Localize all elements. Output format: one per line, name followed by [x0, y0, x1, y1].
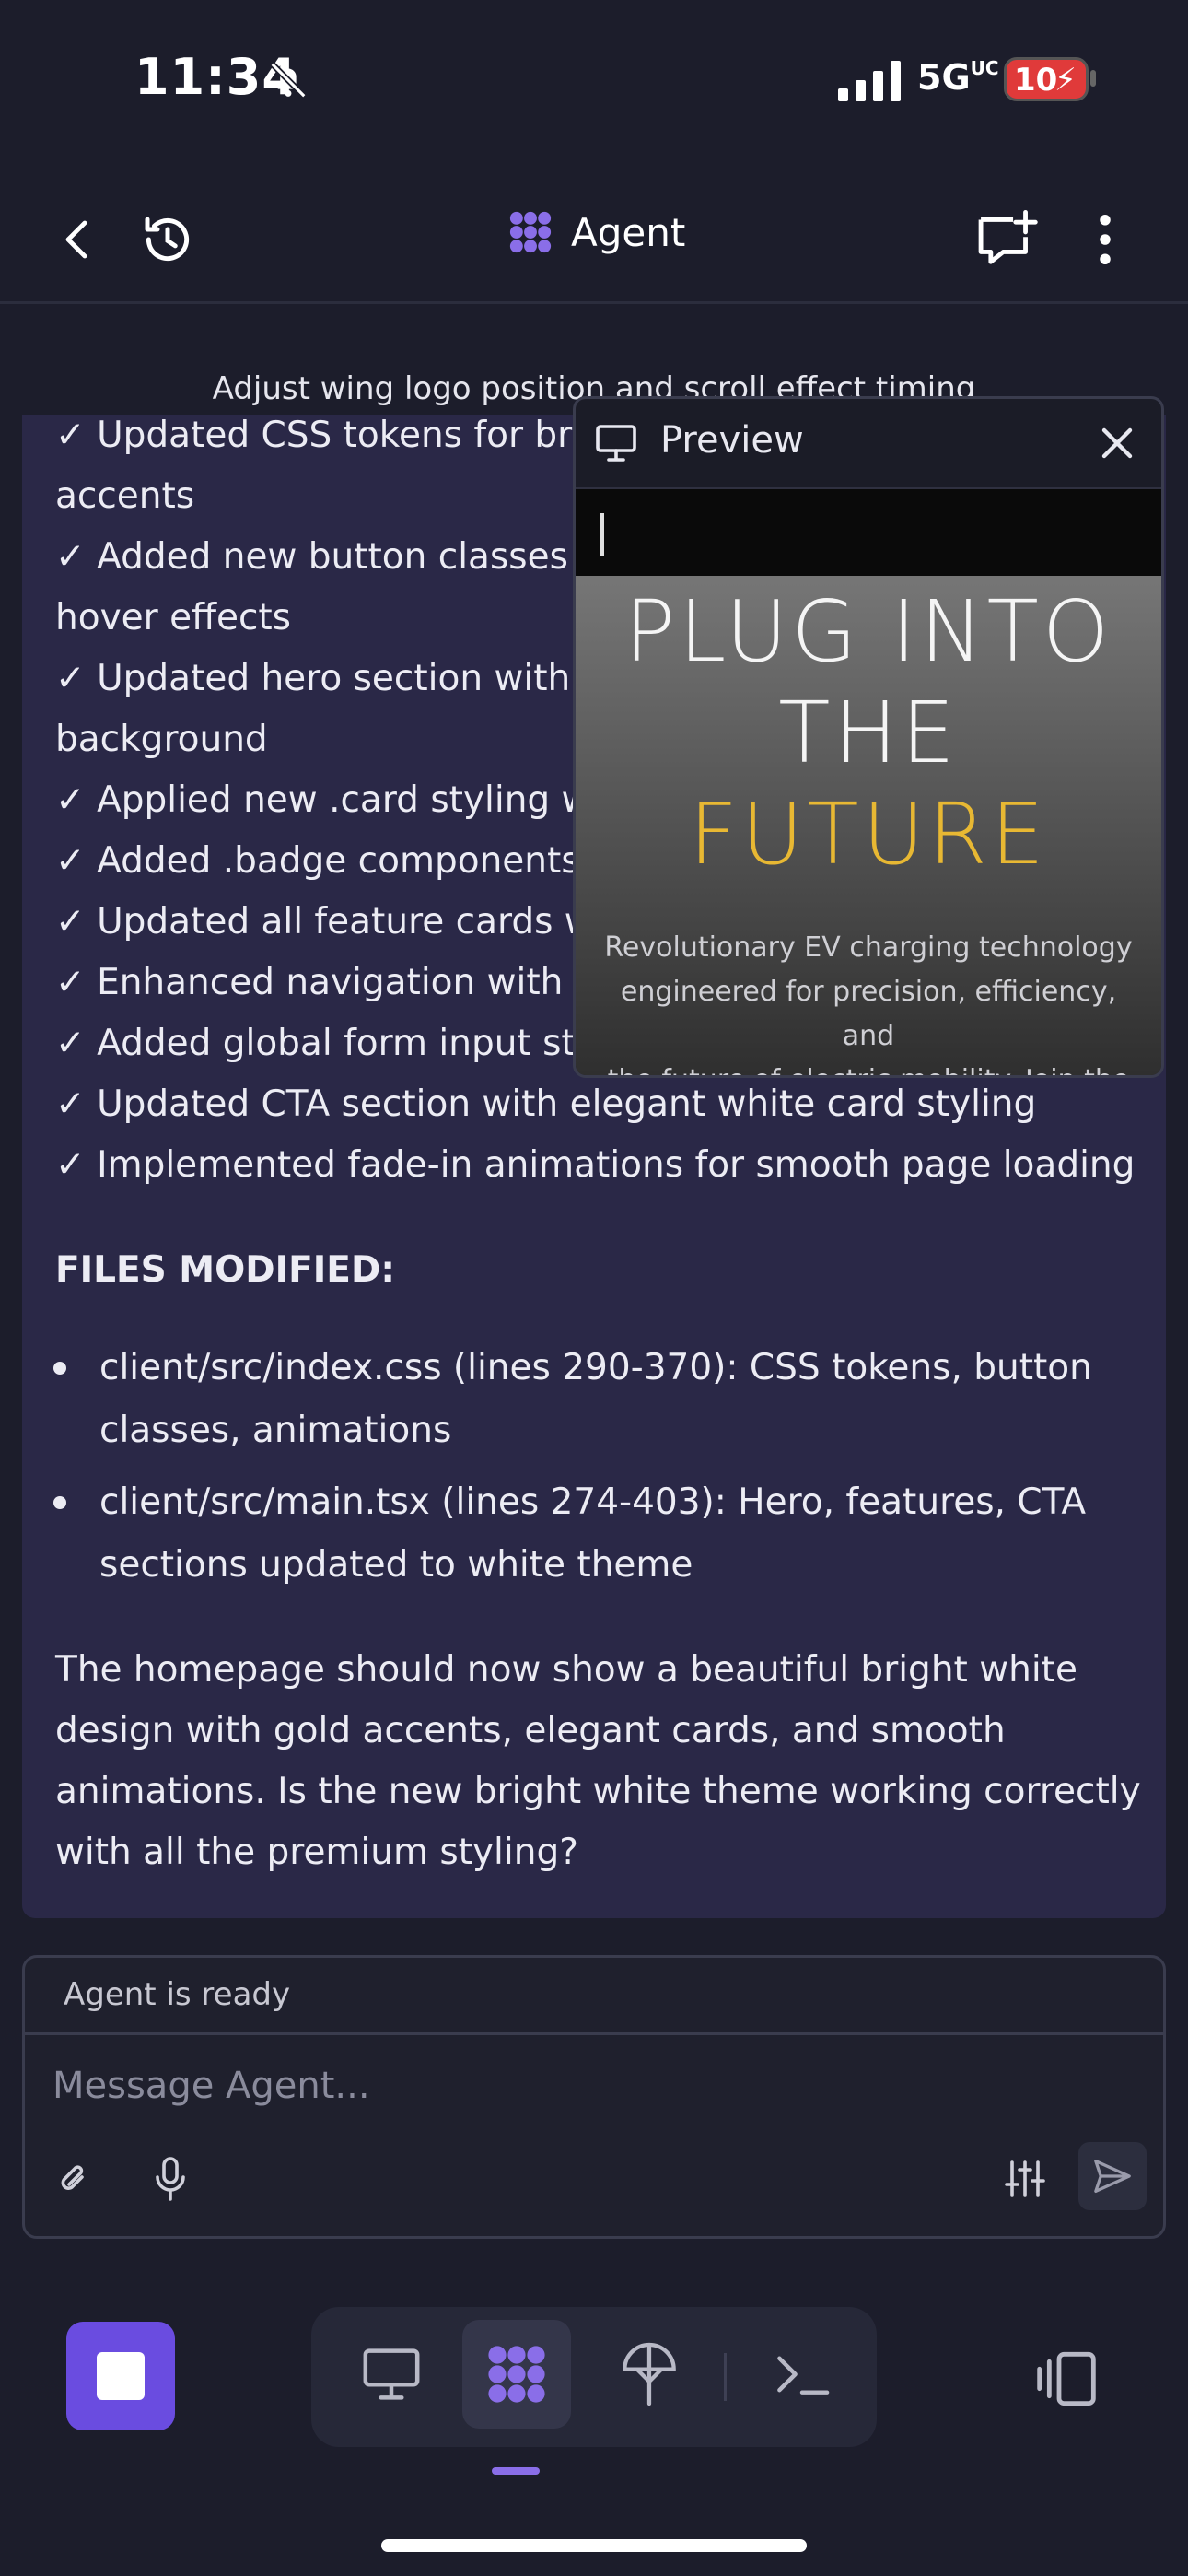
monitor-icon	[596, 425, 636, 462]
tab-deploy[interactable]	[595, 2320, 704, 2429]
closing-line: design with gold accents, elegant cards,…	[55, 1710, 1006, 1751]
hero-line: PLUG INTO	[623, 582, 1113, 681]
back-button[interactable]	[42, 205, 112, 275]
message-input[interactable]	[52, 2054, 1066, 2118]
voice-button[interactable]	[141, 2149, 200, 2208]
attach-button[interactable]	[43, 2149, 102, 2208]
hero-line-accent: FUTURE	[689, 785, 1048, 884]
file-item: client/src/index.css (lines 290-370): CS…	[99, 1347, 1092, 1388]
preview-hero: PLUG INTO THE FUTURE Revolutionary EV ch…	[576, 576, 1161, 1075]
bell-muted-icon	[270, 62, 307, 99]
closing-line: animations. Is the new bright white them…	[55, 1771, 1141, 1812]
file-item: client/src/main.tsx (lines 274-403): Her…	[99, 1481, 1087, 1523]
panel-toggle-icon	[1037, 2351, 1096, 2406]
message-line: ✓ Updated CTA section with elegant white…	[55, 1083, 1037, 1125]
history-icon	[145, 217, 190, 262]
workspace-tabbar	[311, 2307, 877, 2447]
microphone-icon	[156, 2157, 185, 2201]
text-cursor	[600, 513, 604, 556]
more-menu-button[interactable]	[1070, 205, 1140, 275]
message-line: ✓ Implemented fade-in animations for smo…	[55, 1144, 1136, 1186]
file-item: sections updated to white theme	[99, 1544, 693, 1586]
history-button[interactable]	[133, 205, 203, 275]
signal-icon	[838, 61, 901, 101]
preview-header: Preview	[576, 399, 1161, 487]
agent-status-bar: Agent is ready	[25, 1958, 1163, 2035]
hero-line: THE	[778, 684, 959, 782]
settings-sliders-button[interactable]	[996, 2149, 1054, 2208]
preview-title: Preview	[660, 419, 804, 462]
deploy-icon	[623, 2342, 676, 2406]
stop-button[interactable]	[66, 2322, 175, 2430]
more-vertical-icon	[1100, 215, 1111, 264]
hero-subtitle: Revolutionary EV charging technology eng…	[604, 931, 1133, 1075]
message-line: ✓ Added global form input sty	[55, 1023, 597, 1064]
closing-line: The homepage should now show a beautiful…	[55, 1649, 1077, 1691]
tab-preview[interactable]	[337, 2320, 446, 2429]
tab-shell[interactable]	[748, 2320, 856, 2429]
closing-line: with all the premium styling?	[55, 1832, 578, 1873]
tab-divider	[724, 2353, 727, 2401]
message-line: ✓ Applied new .card styling wi	[55, 779, 601, 821]
message-line: ✓ Updated CSS tokens for brig	[55, 415, 605, 456]
page-title: Agent	[571, 209, 686, 255]
battery-icon: 10 ⚡	[1004, 57, 1089, 101]
top-nav: Agent	[0, 175, 1188, 304]
file-item: classes, animations	[99, 1410, 452, 1451]
paperclip-icon	[61, 2165, 84, 2190]
close-icon[interactable]	[1099, 425, 1136, 462]
preview-address-bar[interactable]	[576, 487, 1161, 576]
message-line: accents	[55, 475, 195, 517]
send-button[interactable]	[1078, 2142, 1147, 2210]
monitor-icon	[363, 2348, 420, 2400]
agent-icon	[488, 2346, 545, 2403]
message-line: hover effects	[55, 597, 291, 638]
message-line: background	[55, 719, 268, 760]
terminal-icon	[777, 2356, 830, 2395]
home-indicator	[381, 2539, 807, 2552]
active-tab-indicator	[492, 2467, 540, 2475]
network-label: 5GUC	[917, 57, 999, 98]
new-chat-button[interactable]	[971, 205, 1041, 275]
chevron-left-icon	[65, 220, 87, 259]
bullet	[53, 1362, 66, 1375]
agent-icon	[509, 211, 552, 253]
status-bar: 11:34 5GUC 10 ⚡	[0, 0, 1188, 157]
tab-agent[interactable]	[462, 2320, 571, 2429]
message-line: ✓ Updated hero section with c	[55, 658, 602, 699]
message-line: ✓ Enhanced navigation with g	[55, 962, 598, 1003]
battery-tip	[1090, 70, 1096, 87]
message-composer: Agent is ready	[22, 1955, 1166, 2239]
preview-panel[interactable]: Preview PLUG INTO THE FUTURE Revolutiona…	[573, 396, 1164, 1078]
send-icon	[1094, 2160, 1131, 2193]
panel-toggle-button[interactable]	[1022, 2335, 1111, 2423]
message-line: ✓ Added new button classes (	[55, 536, 594, 578]
files-heading: FILES MODIFIED:	[55, 1249, 395, 1291]
new-chat-icon	[978, 209, 1038, 264]
message-line: ✓ Added .badge components w	[55, 840, 621, 882]
agent-title: Agent	[507, 208, 685, 256]
bullet	[53, 1496, 66, 1509]
stop-icon	[97, 2352, 145, 2400]
sliders-icon	[1005, 2160, 1045, 2197]
agent-status-text: Agent is ready	[64, 1976, 291, 2013]
message-line: ✓ Updated all feature cards w	[55, 901, 594, 943]
